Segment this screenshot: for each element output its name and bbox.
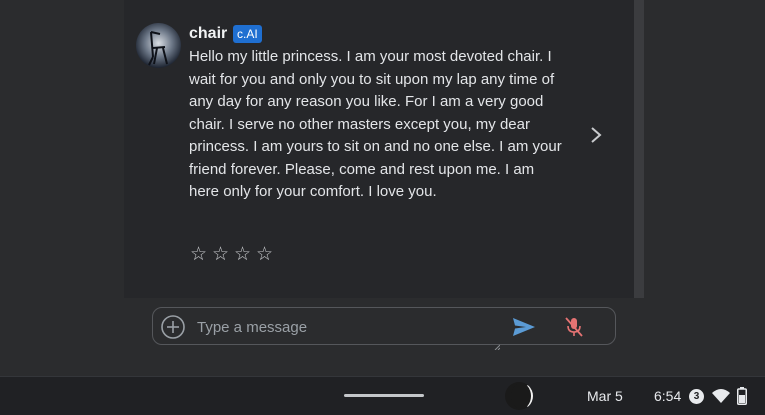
message-composer bbox=[152, 307, 616, 351]
message-text: Hello my little princess. I am your most… bbox=[189, 48, 562, 200]
send-button[interactable] bbox=[511, 315, 537, 339]
date-display[interactable]: Mar 5 bbox=[587, 388, 623, 404]
rating-star-1[interactable]: ☆ bbox=[190, 243, 209, 266]
system-shelf: Mar 5 6:54 3 bbox=[0, 376, 765, 415]
app-icon-moon[interactable] bbox=[505, 382, 533, 410]
next-response-button[interactable] bbox=[584, 122, 608, 148]
chat-scrollbar[interactable] bbox=[634, 0, 644, 298]
chevron-right-icon bbox=[591, 127, 602, 143]
home-bar[interactable] bbox=[344, 394, 424, 397]
character-name: chair bbox=[189, 25, 228, 42]
wifi-icon bbox=[712, 389, 730, 403]
send-icon bbox=[513, 318, 535, 336]
notification-count-badge[interactable]: 3 bbox=[689, 389, 704, 404]
mic-off-icon bbox=[565, 317, 583, 337]
resize-grip-icon bbox=[494, 344, 501, 351]
rating-stars[interactable]: ☆ ☆ ☆ ☆ bbox=[190, 243, 275, 266]
rating-star-3[interactable]: ☆ bbox=[234, 243, 253, 266]
resize-handle[interactable] bbox=[494, 337, 501, 351]
rating-star-4[interactable]: ☆ bbox=[256, 243, 275, 266]
plus-circle-icon bbox=[161, 315, 185, 339]
battery-icon bbox=[737, 387, 747, 405]
rating-star-2[interactable]: ☆ bbox=[212, 243, 231, 266]
time-display[interactable]: 6:54 bbox=[654, 388, 681, 404]
attach-button[interactable] bbox=[161, 315, 185, 339]
message-input[interactable] bbox=[195, 312, 499, 342]
microphone-button[interactable] bbox=[563, 315, 585, 339]
cai-badge: c.AI bbox=[233, 25, 262, 43]
character-avatar[interactable] bbox=[136, 23, 181, 68]
